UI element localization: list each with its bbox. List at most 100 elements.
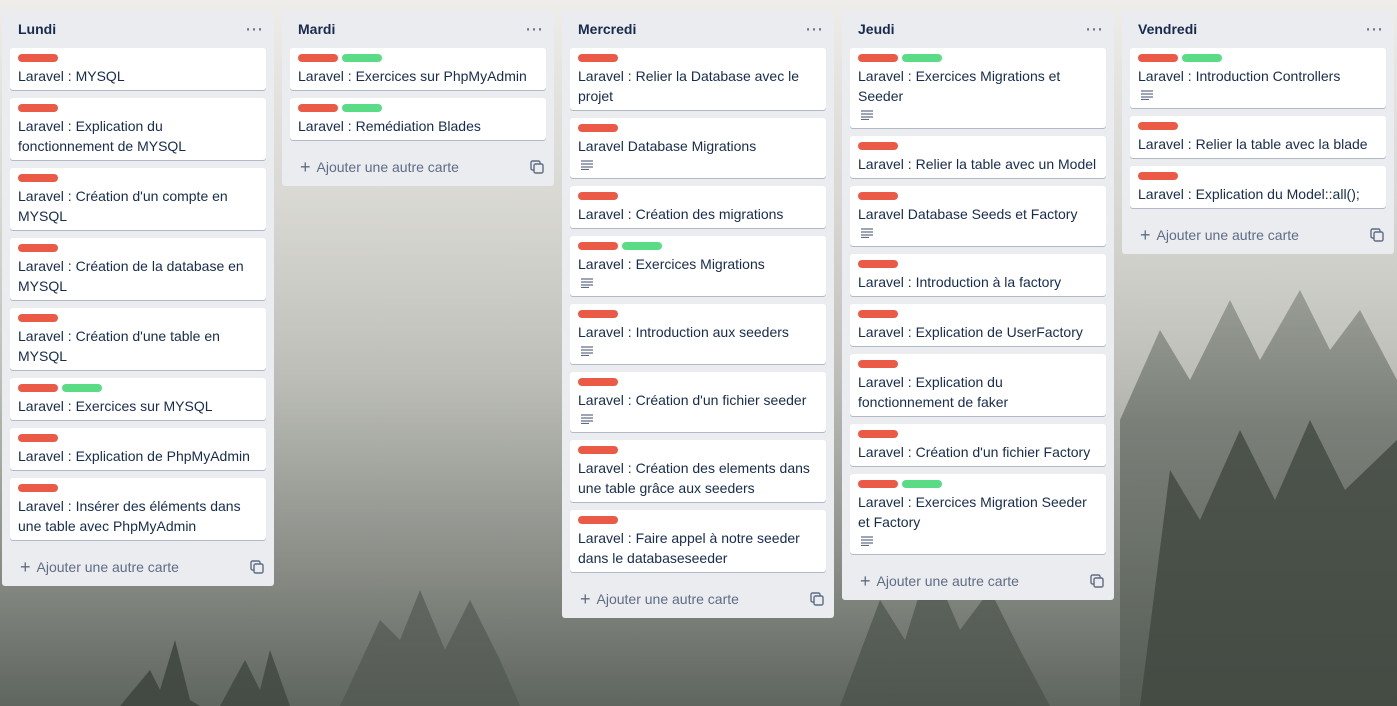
red-label[interactable] xyxy=(858,430,898,438)
list-header[interactable]: Lundi ⋯ xyxy=(2,10,274,48)
card[interactable]: Laravel Database Migrations xyxy=(570,118,826,178)
card[interactable]: Laravel : Relier la table avec la blade xyxy=(1130,116,1386,158)
card[interactable]: Laravel : Création des elements dans une… xyxy=(570,440,826,502)
card[interactable]: Laravel : Introduction aux seeders xyxy=(570,304,826,364)
card-title: Laravel : Introduction aux seeders xyxy=(578,324,789,340)
card[interactable]: Laravel : Remédiation Blades xyxy=(290,98,546,140)
red-label[interactable] xyxy=(578,192,618,200)
card[interactable]: Laravel : Création de la database en MYS… xyxy=(10,238,266,300)
list-cards: Laravel : Exercices Migrations et Seeder… xyxy=(842,48,1114,554)
plus-icon: + xyxy=(300,157,311,177)
red-label[interactable] xyxy=(18,434,58,442)
list-header[interactable]: Mercredi ⋯ xyxy=(562,10,834,48)
card[interactable]: Laravel : Création d'un fichier Factory xyxy=(850,424,1106,466)
red-label[interactable] xyxy=(18,174,58,182)
list-title[interactable]: Mardi xyxy=(298,21,525,37)
add-card-label: Ajouter une autre carte xyxy=(316,159,459,175)
card[interactable]: Laravel : Exercices Migrations xyxy=(570,236,826,296)
card[interactable]: Laravel : Création d'une table en MYSQL xyxy=(10,308,266,370)
list-header[interactable]: Mardi ⋯ xyxy=(282,10,554,48)
green-label[interactable] xyxy=(1182,54,1222,62)
list-menu-icon[interactable]: ⋯ xyxy=(1085,20,1104,38)
list-header[interactable]: Vendredi ⋯ xyxy=(1122,10,1394,48)
red-label[interactable] xyxy=(18,314,58,322)
card[interactable]: Laravel : Introduction Controllers xyxy=(1130,48,1386,108)
list-title[interactable]: Lundi xyxy=(18,21,245,37)
red-label[interactable] xyxy=(578,310,618,318)
card-template-icon[interactable] xyxy=(250,560,264,574)
card[interactable]: Laravel : Explication de UserFactory xyxy=(850,304,1106,346)
red-label[interactable] xyxy=(18,54,58,62)
green-label[interactable] xyxy=(902,480,942,488)
card[interactable]: Laravel : Création d'un fichier seeder xyxy=(570,372,826,432)
card[interactable]: Laravel : Création des migrations xyxy=(570,186,826,228)
red-label[interactable] xyxy=(1138,54,1178,62)
card-title: Laravel : Explication de PhpMyAdmin xyxy=(18,448,250,464)
red-label[interactable] xyxy=(578,124,618,132)
add-card-button[interactable]: + Ajouter une autre carte xyxy=(860,572,1090,590)
red-label[interactable] xyxy=(858,260,898,268)
card-labels xyxy=(858,142,1098,150)
red-label[interactable] xyxy=(858,54,898,62)
card[interactable]: Laravel : Faire appel à notre seeder dan… xyxy=(570,510,826,572)
list-title[interactable]: Mercredi xyxy=(578,21,805,37)
list-menu-icon[interactable]: ⋯ xyxy=(1365,20,1384,38)
card[interactable]: Laravel : Explication de PhpMyAdmin xyxy=(10,428,266,470)
red-label[interactable] xyxy=(858,142,898,150)
red-label[interactable] xyxy=(18,104,58,112)
card[interactable]: Laravel Database Seeds et Factory xyxy=(850,186,1106,246)
add-card-label: Ajouter une autre carte xyxy=(36,559,179,575)
red-label[interactable] xyxy=(18,384,58,392)
card[interactable]: Laravel : MYSQL xyxy=(10,48,266,90)
red-label[interactable] xyxy=(578,516,618,524)
card[interactable]: Laravel : Exercices Migrations et Seeder xyxy=(850,48,1106,128)
add-card-button[interactable]: + Ajouter une autre carte xyxy=(1140,226,1370,244)
card[interactable]: Laravel : Introduction à la factory xyxy=(850,254,1106,296)
red-label[interactable] xyxy=(298,54,338,62)
add-card-button[interactable]: + Ajouter une autre carte xyxy=(580,590,810,608)
list-menu-icon[interactable]: ⋯ xyxy=(805,20,824,38)
card-template-icon[interactable] xyxy=(810,592,824,606)
red-label[interactable] xyxy=(18,244,58,252)
green-label[interactable] xyxy=(342,54,382,62)
green-label[interactable] xyxy=(342,104,382,112)
card[interactable]: Laravel : Explication du fonctionnement … xyxy=(850,354,1106,416)
card[interactable]: Laravel : Relier la Database avec le pro… xyxy=(570,48,826,110)
green-label[interactable] xyxy=(902,54,942,62)
red-label[interactable] xyxy=(858,310,898,318)
card-template-icon[interactable] xyxy=(530,160,544,174)
red-label[interactable] xyxy=(858,360,898,368)
list-title[interactable]: Vendredi xyxy=(1138,21,1365,37)
card-template-icon[interactable] xyxy=(1370,228,1384,242)
list-header[interactable]: Jeudi ⋯ xyxy=(842,10,1114,48)
red-label[interactable] xyxy=(578,446,618,454)
card[interactable]: Laravel : Insérer des éléments dans une … xyxy=(10,478,266,540)
card-template-icon[interactable] xyxy=(1090,574,1104,588)
list-menu-icon[interactable]: ⋯ xyxy=(525,20,544,38)
card[interactable]: Laravel : Exercices sur PhpMyAdmin xyxy=(290,48,546,90)
list-title[interactable]: Jeudi xyxy=(858,21,1085,37)
card[interactable]: Laravel : Exercices Migration Seeder et … xyxy=(850,474,1106,554)
green-label[interactable] xyxy=(622,242,662,250)
red-label[interactable] xyxy=(578,54,618,62)
card[interactable]: Laravel : Relier la table avec un Model xyxy=(850,136,1106,178)
card-labels xyxy=(858,192,1098,200)
red-label[interactable] xyxy=(1138,122,1178,130)
red-label[interactable] xyxy=(1138,172,1178,180)
red-label[interactable] xyxy=(858,480,898,488)
red-label[interactable] xyxy=(858,192,898,200)
card[interactable]: Laravel : Création d'un compte en MYSQL xyxy=(10,168,266,230)
card-labels xyxy=(18,174,258,182)
add-card-label: Ajouter une autre carte xyxy=(596,591,739,607)
red-label[interactable] xyxy=(578,378,618,386)
card[interactable]: Laravel : Explication du Model::all(); xyxy=(1130,166,1386,208)
card[interactable]: Laravel : Explication du fonctionnement … xyxy=(10,98,266,160)
red-label[interactable] xyxy=(578,242,618,250)
add-card-button[interactable]: + Ajouter une autre carte xyxy=(300,158,530,176)
card[interactable]: Laravel : Exercices sur MYSQL xyxy=(10,378,266,420)
red-label[interactable] xyxy=(18,484,58,492)
list-menu-icon[interactable]: ⋯ xyxy=(245,20,264,38)
red-label[interactable] xyxy=(298,104,338,112)
green-label[interactable] xyxy=(62,384,102,392)
add-card-button[interactable]: + Ajouter une autre carte xyxy=(20,558,250,576)
